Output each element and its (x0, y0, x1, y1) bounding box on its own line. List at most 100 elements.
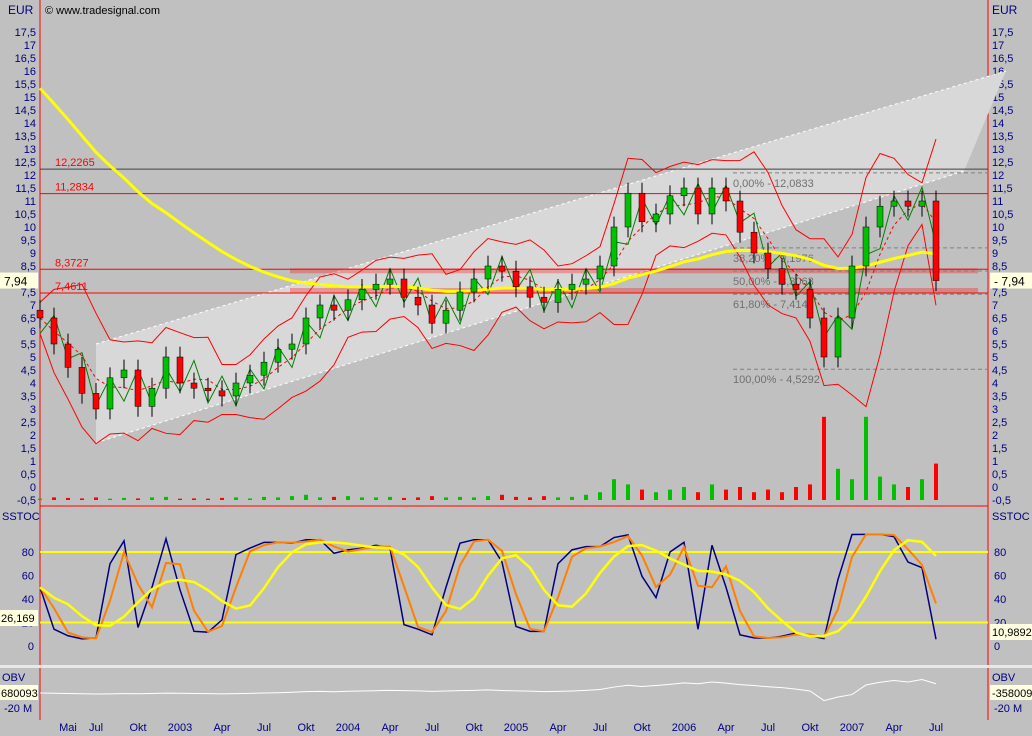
candle[interactable] (162, 356, 170, 389)
candle[interactable] (64, 343, 72, 368)
candle[interactable] (246, 374, 254, 384)
y-tick-label: 14,5 (15, 105, 36, 117)
y-tick-label: 10 (992, 222, 1004, 234)
candle[interactable] (358, 289, 366, 301)
candle[interactable] (330, 304, 338, 311)
stoch-tick: 40 (22, 594, 34, 606)
y-tick-label: 11,5 (992, 183, 1013, 195)
candle[interactable] (806, 289, 814, 319)
volume-bar (864, 416, 868, 500)
candle[interactable] (260, 361, 268, 376)
candle[interactable] (470, 278, 478, 293)
candle[interactable] (442, 309, 450, 324)
volume-bar (906, 487, 910, 500)
candle[interactable] (288, 343, 296, 350)
volume-bar (654, 492, 658, 500)
fib-label: 50,00% - 8,3063 (733, 276, 814, 288)
candle[interactable] (274, 348, 282, 363)
candle[interactable] (848, 265, 856, 319)
stoch-tick: 80 (994, 547, 1006, 559)
x-tick-label: Jul (257, 722, 271, 734)
volume-bar (752, 492, 756, 500)
candle[interactable] (92, 393, 100, 410)
volume-bar (738, 487, 742, 500)
volume-bar (626, 484, 630, 500)
y-tick-label: 0,5 (21, 469, 36, 481)
candle[interactable] (764, 252, 772, 269)
candle[interactable] (456, 291, 464, 311)
candle[interactable] (820, 317, 828, 358)
candle[interactable] (232, 382, 240, 397)
candle[interactable] (694, 187, 702, 215)
candle[interactable] (876, 205, 884, 228)
candle[interactable] (428, 304, 436, 324)
candle[interactable] (302, 317, 310, 345)
candle[interactable] (190, 382, 198, 389)
y-tick-label: 7 (992, 300, 998, 312)
last-price-label: 7,94 (4, 275, 28, 289)
candle[interactable] (792, 283, 800, 290)
volume-bar (444, 497, 448, 500)
candle[interactable] (624, 192, 632, 228)
candle[interactable] (638, 192, 646, 223)
candle[interactable] (414, 296, 422, 306)
pane-divider[interactable] (0, 665, 1032, 668)
candle[interactable] (120, 369, 128, 379)
candle[interactable] (134, 369, 142, 407)
volume-bar (262, 496, 266, 500)
candle[interactable] (652, 213, 660, 223)
obv-line (39, 679, 937, 702)
candle[interactable] (526, 286, 534, 298)
candle[interactable] (708, 187, 716, 215)
candle[interactable] (778, 268, 786, 285)
channel-upper-line[interactable] (95, 70, 1007, 345)
candle[interactable] (932, 200, 940, 281)
candle[interactable] (862, 226, 870, 267)
y-tick-label: 9 (992, 248, 998, 260)
candle[interactable] (568, 283, 576, 290)
stoch-tick: 80 (22, 547, 34, 559)
candle[interactable] (316, 304, 324, 319)
candle[interactable] (596, 265, 604, 280)
candle[interactable] (890, 200, 898, 207)
candle[interactable] (78, 367, 86, 394)
candle[interactable] (512, 270, 520, 288)
candle[interactable] (498, 265, 506, 272)
candle[interactable] (582, 278, 590, 285)
volume-bar (430, 496, 434, 500)
candle[interactable] (148, 387, 156, 407)
stoch-right-value: 10,9892 (992, 627, 1032, 639)
y-tick-label: 11 (992, 196, 1003, 208)
y-tick-label: 4 (30, 378, 36, 390)
candle[interactable] (918, 200, 926, 207)
candle[interactable] (540, 296, 548, 303)
y-tick-label: 14 (992, 118, 1004, 130)
volume-bar (710, 484, 714, 500)
x-tick-label: 2005 (504, 722, 528, 734)
candle[interactable] (344, 299, 352, 311)
candle[interactable] (736, 200, 744, 233)
candle[interactable] (666, 195, 674, 215)
candle[interactable] (750, 231, 758, 254)
candle[interactable] (554, 289, 562, 303)
candle[interactable] (372, 283, 380, 290)
candle[interactable] (610, 226, 618, 267)
candle[interactable] (176, 356, 184, 384)
y-tick-label: 2 (992, 430, 998, 442)
candle[interactable] (722, 187, 730, 202)
y-tick-label: 5 (992, 352, 998, 364)
price-chart[interactable]: EUR EUR© www.tradesignal.com-0,5 -0,50 00,5… (0, 0, 1032, 736)
candle[interactable] (904, 200, 912, 207)
candle[interactable] (36, 309, 44, 319)
candle[interactable] (386, 278, 394, 285)
candle[interactable] (680, 187, 688, 197)
volume-bar (164, 496, 168, 500)
candle[interactable] (484, 265, 492, 280)
candle[interactable] (400, 278, 408, 298)
candle[interactable] (834, 317, 842, 358)
candle[interactable] (50, 317, 58, 345)
candle[interactable] (204, 387, 212, 392)
candle[interactable] (218, 390, 226, 397)
volume-bar (80, 498, 84, 500)
candle[interactable] (106, 377, 114, 410)
